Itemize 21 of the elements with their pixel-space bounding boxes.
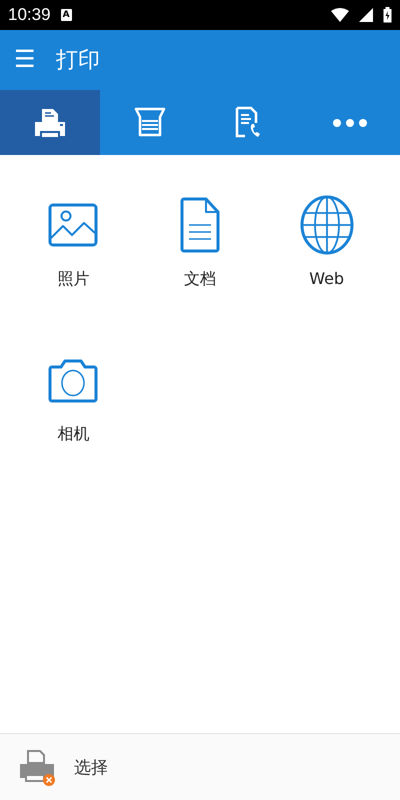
app-title: 打印	[56, 47, 100, 75]
image-icon	[48, 203, 98, 247]
notification-icon: A	[60, 9, 72, 21]
camera-icon	[48, 357, 98, 403]
source-label: 照片	[57, 269, 90, 290]
globe-icon	[300, 195, 354, 255]
wifi-icon	[331, 8, 349, 22]
signal-icon	[359, 8, 373, 22]
clock: 10:39	[8, 5, 51, 25]
source-label: 文档	[184, 269, 216, 290]
printer-label[interactable]: 选择	[74, 756, 108, 778]
scanner-icon	[133, 106, 167, 140]
more-icon	[332, 118, 368, 128]
battery-icon	[383, 7, 392, 23]
menu-button[interactable]: ☰	[14, 48, 36, 72]
source-label: 相机	[57, 424, 90, 445]
source-label: Web	[309, 269, 344, 288]
document-icon	[180, 197, 220, 253]
tab[interactable]	[0, 90, 100, 155]
source-button[interactable]	[180, 195, 220, 255]
source-button[interactable]	[300, 195, 354, 255]
